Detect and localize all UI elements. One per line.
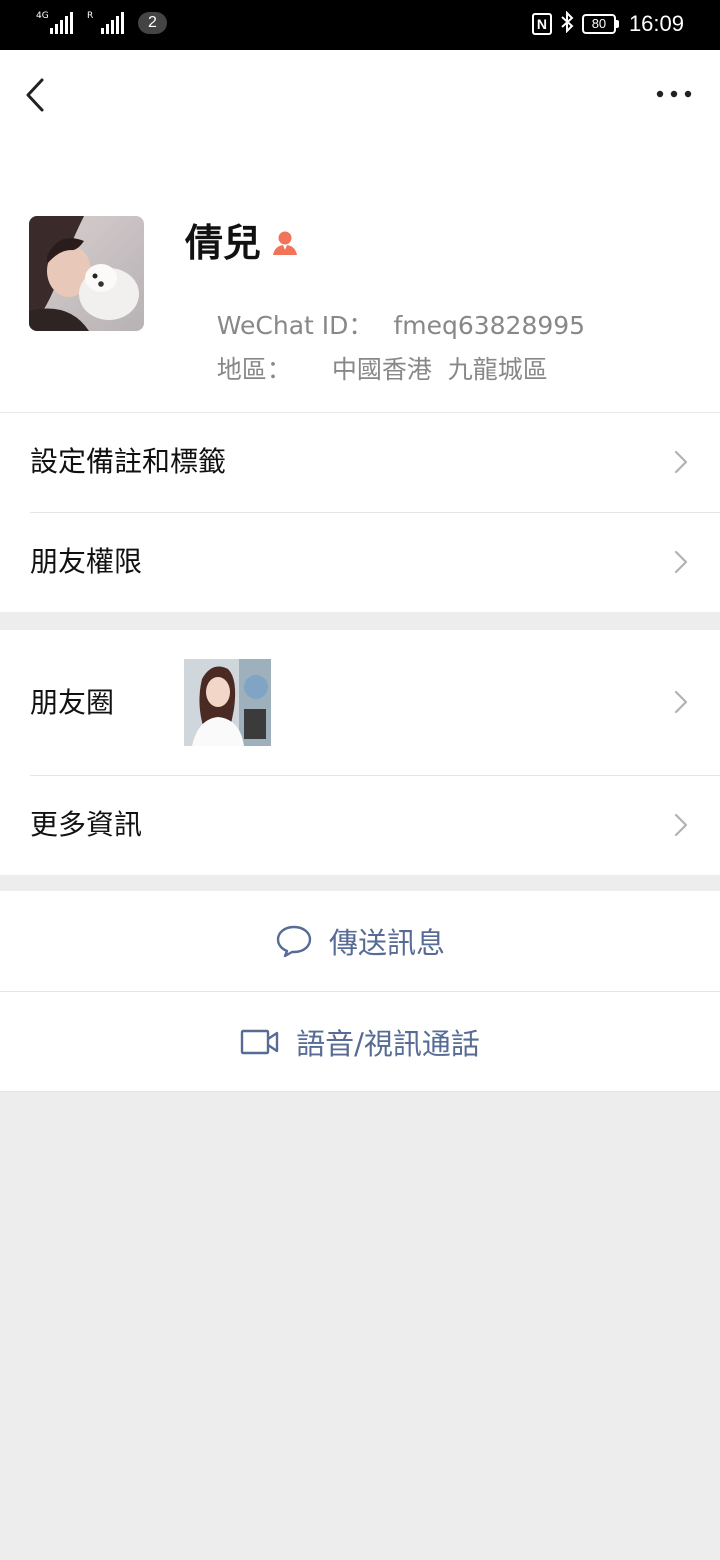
friend-permissions-row[interactable]: 朋友權限: [0, 512, 720, 612]
set-remarks-tags-row[interactable]: 設定備註和標籤: [0, 412, 720, 512]
battery-level: 80: [581, 14, 616, 34]
moments-label: 朋友圈: [30, 686, 115, 719]
video-camera-icon: [240, 1029, 279, 1055]
back-button[interactable]: [18, 72, 58, 118]
sim-badge: 2: [138, 12, 167, 34]
more-options-button[interactable]: [654, 84, 694, 104]
chevron-right-icon: [674, 813, 688, 837]
nfc-icon: N: [531, 13, 552, 35]
chevron-left-icon: [26, 78, 44, 112]
profile-name: 倩兒: [185, 221, 262, 265]
moments-thumbnail: [184, 659, 271, 746]
set-remarks-tags-label: 設定備註和標籤: [30, 445, 227, 478]
region-label: 地區：: [216, 355, 292, 384]
friend-permissions-label: 朋友權限: [30, 545, 143, 578]
more-info-row[interactable]: 更多資訊: [0, 775, 720, 875]
signal-icon-sim1: 4G: [36, 12, 73, 34]
signal-icon-sim2: R: [87, 12, 124, 34]
contact-person-icon: [273, 231, 298, 255]
chevron-right-icon: [674, 550, 688, 574]
clock: 16:09: [628, 11, 684, 36]
send-message-button[interactable]: 傳送訊息: [0, 891, 720, 991]
chevron-right-icon: [674, 450, 688, 474]
voice-video-call-button[interactable]: 語音/視訊通話: [0, 992, 720, 1092]
region-value: 中國香港 九龍城區: [331, 355, 548, 384]
bluetooth-icon: [560, 10, 574, 37]
send-message-label: 傳送訊息: [328, 926, 445, 960]
battery-icon: 80: [581, 14, 619, 34]
moments-row[interactable]: 朋友圈: [0, 630, 720, 775]
avatar[interactable]: [29, 216, 144, 331]
profile-header: 倩兒 WeChat ID： fmeq63828995 地區： 中國香港 九龍城區: [0, 50, 720, 412]
voice-video-call-label: 語音/視訊通話: [296, 1027, 480, 1061]
chat-bubble-icon: [276, 925, 312, 958]
chevron-right-icon: [674, 690, 688, 714]
region-row: 地區： 中國香港 九龍城區: [185, 322, 548, 418]
more-horizontal-icon: [656, 90, 692, 98]
moments-section: 朋友圈 更多資訊: [0, 630, 720, 875]
settings-section: 設定備註和標籤 朋友權限: [0, 412, 720, 612]
status-bar: 4G R 2 N 80 16:09: [0, 0, 720, 50]
more-info-label: 更多資訊: [30, 808, 143, 841]
